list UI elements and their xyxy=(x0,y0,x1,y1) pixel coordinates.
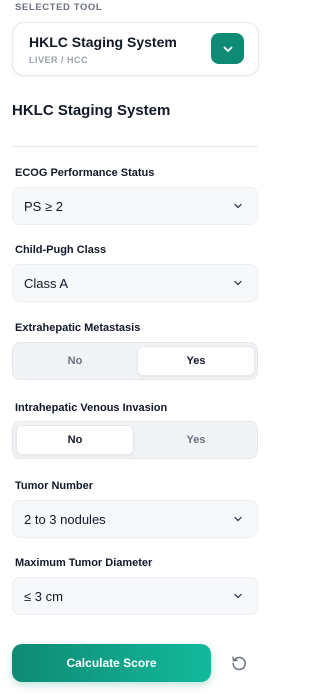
ecog-value: PS ≥ 2 xyxy=(24,199,63,214)
form-title: HKLC Staging System xyxy=(12,102,171,119)
calculate-score-button[interactable]: Calculate Score xyxy=(12,644,211,682)
tumor-diameter-label: Maximum Tumor Diameter xyxy=(15,557,153,569)
chevron-down-icon xyxy=(234,516,242,522)
chevron-down-icon xyxy=(223,46,232,52)
selected-tool-label: SELECTED TOOL xyxy=(15,2,103,13)
venous-invasion-yes[interactable]: Yes xyxy=(137,425,255,455)
tool-name: HKLC Staging System xyxy=(29,34,177,50)
child-pugh-select[interactable]: Class A xyxy=(12,264,258,302)
chevron-down-icon xyxy=(234,593,242,599)
venous-invasion-no[interactable]: No xyxy=(16,425,134,455)
venous-invasion-toggle: No Yes xyxy=(12,421,258,459)
tumor-diameter-value: ≤ 3 cm xyxy=(24,589,63,604)
extrahepatic-label: Extrahepatic Metastasis xyxy=(15,322,141,334)
tool-dropdown-button[interactable] xyxy=(211,33,244,64)
divider xyxy=(12,146,258,147)
extrahepatic-yes[interactable]: Yes xyxy=(137,346,255,376)
tumor-number-label: Tumor Number xyxy=(15,480,94,492)
tumor-number-value: 2 to 3 nodules xyxy=(24,512,106,527)
tumor-number-select[interactable]: 2 to 3 nodules xyxy=(12,500,258,538)
reset-icon[interactable] xyxy=(230,654,248,672)
tumor-diameter-select[interactable]: ≤ 3 cm xyxy=(12,577,258,615)
chevron-down-icon xyxy=(234,203,242,209)
venous-invasion-label: Intrahepatic Venous Invasion xyxy=(15,402,168,414)
child-pugh-label: Child-Pugh Class xyxy=(15,244,107,256)
child-pugh-value: Class A xyxy=(24,276,69,291)
tool-category: LIVER / HCC xyxy=(29,55,89,65)
chevron-down-icon xyxy=(234,280,242,286)
ecog-label: ECOG Performance Status xyxy=(15,167,155,179)
ecog-select[interactable]: PS ≥ 2 xyxy=(12,187,258,225)
extrahepatic-toggle: No Yes xyxy=(12,342,258,380)
tool-selector[interactable]: HKLC Staging System LIVER / HCC xyxy=(12,22,259,76)
extrahepatic-no[interactable]: No xyxy=(16,346,134,376)
